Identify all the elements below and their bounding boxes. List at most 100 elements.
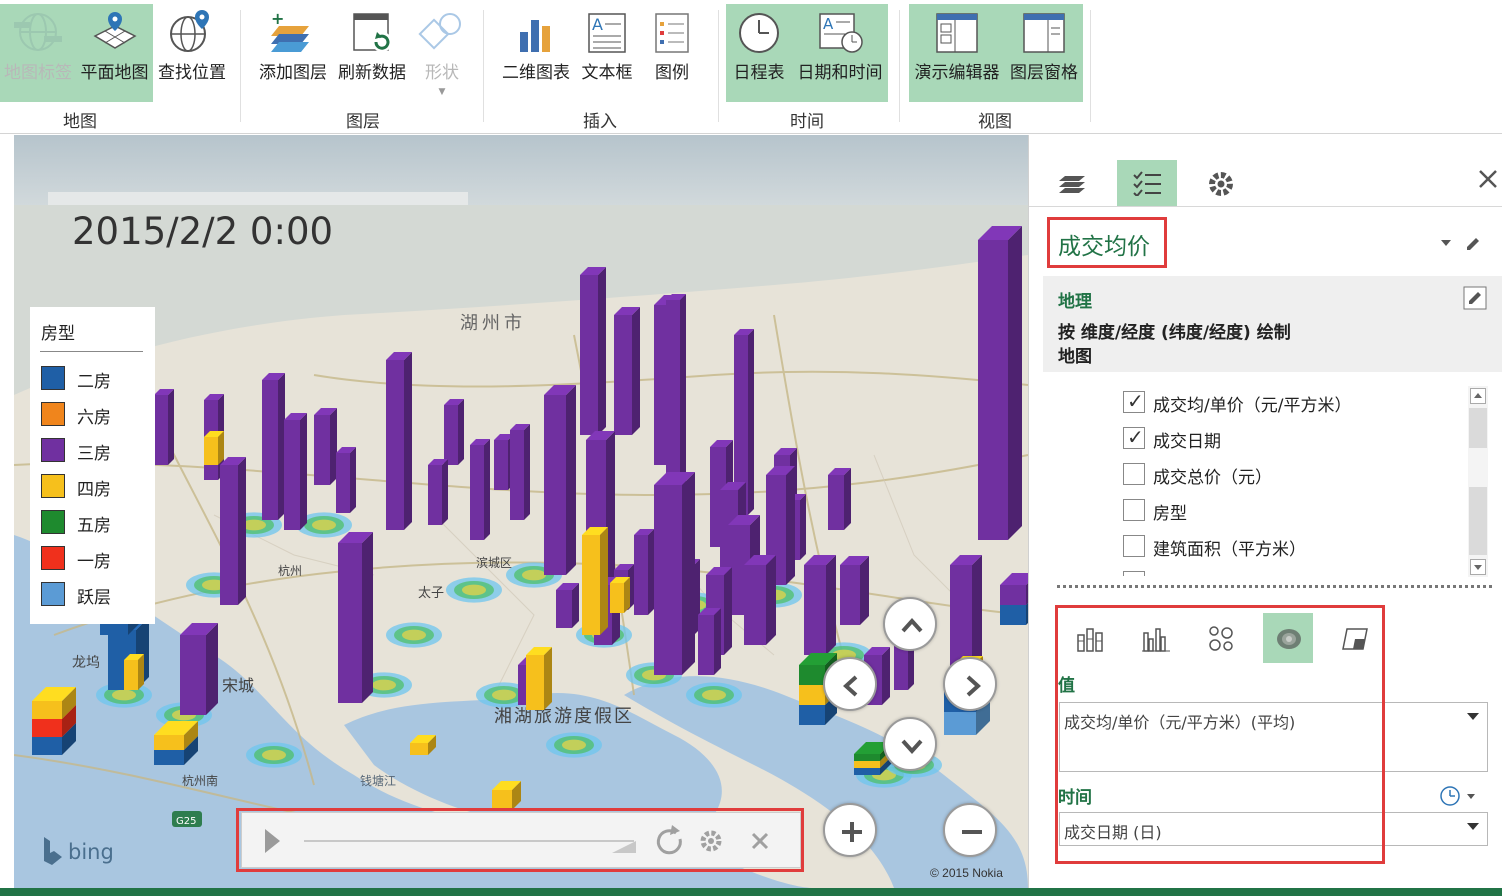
shapes-dropdown-icon[interactable]: ▼ [414, 87, 470, 97]
date-time-button[interactable]: A 日期和时间 [792, 4, 888, 102]
timeline-button[interactable]: 日程表 [726, 4, 792, 102]
ribbon-separator [899, 10, 900, 122]
minus-icon [962, 830, 982, 834]
heat-ring [372, 679, 396, 691]
tab-layers[interactable] [1043, 160, 1103, 206]
map-column [204, 437, 218, 465]
scroll-up-button[interactable] [1470, 388, 1486, 404]
shapes-button[interactable]: 形状 ▼ [414, 4, 470, 102]
field-checkbox[interactable] [1123, 535, 1145, 557]
map-column [32, 737, 62, 755]
bar-chart-icon [520, 20, 550, 52]
legend-swatch [41, 474, 65, 498]
edit-geography-icon[interactable] [1463, 286, 1487, 310]
map-column [744, 565, 766, 645]
map-column [220, 465, 238, 605]
map-column [572, 583, 579, 628]
add-layer-icon: + [271, 10, 309, 52]
map-column [442, 459, 448, 525]
map-labels-button[interactable]: 地图标签 [0, 4, 76, 102]
tab-field-list[interactable] [1117, 160, 1177, 206]
map-column [632, 307, 640, 435]
map-column [168, 389, 174, 465]
time-settings-icon[interactable] [1439, 785, 1479, 807]
scroll-thumb-secondary[interactable] [1469, 487, 1487, 555]
flat-map-button[interactable]: 平面地图 [76, 4, 153, 102]
rotate-right-button[interactable] [943, 657, 997, 711]
map-column [826, 555, 836, 655]
map-column [786, 466, 795, 585]
zoom-out-button[interactable] [943, 803, 997, 857]
close-pane-icon[interactable] [1478, 169, 1498, 189]
field-label: 房型 [1153, 504, 1187, 524]
splitter[interactable] [1057, 585, 1492, 588]
globe-labels-icon [14, 13, 62, 51]
rename-layer-icon[interactable] [1464, 235, 1482, 253]
map-column [600, 527, 608, 635]
refresh-data-button[interactable]: 刷新数据 [334, 4, 410, 102]
layers-icon [1059, 176, 1085, 193]
rotate-left-button[interactable] [823, 657, 877, 711]
map-column [624, 577, 630, 613]
tilt-up-button[interactable] [883, 597, 937, 651]
legend-item-label: 六房 [77, 408, 111, 428]
scroll-down-button[interactable] [1470, 559, 1486, 575]
tilt-down-button[interactable] [883, 717, 937, 771]
legend-icon [655, 13, 689, 53]
zoom-in-button[interactable] [823, 803, 877, 857]
clock-icon [739, 13, 779, 53]
field-list[interactable]: ✓ 成交均/单价（元/平方米） ✓ 成交日期 成交总价（元） 房型 建筑面积（平方米… [1043, 383, 1469, 576]
map-legend[interactable]: 房型 二房 六房 三房 四房 五房 一房 跃层 [30, 307, 155, 624]
insert-group: 二维图表 A 文本框 图例 插入 [490, 0, 716, 134]
legend-item-label: 三房 [77, 444, 111, 464]
map-column [598, 267, 606, 435]
refresh-data-label: 刷新数据 [338, 63, 406, 83]
find-location-label: 查找位置 [158, 63, 226, 83]
map-column [748, 329, 754, 515]
map-label-river: 钱塘江 [360, 773, 396, 788]
ribbon-separator [718, 10, 719, 122]
legend-swatch [41, 402, 65, 426]
map-column [386, 360, 404, 530]
map-column [804, 565, 826, 655]
map-group-label: 地图 [63, 112, 97, 132]
field-list-scrollbar[interactable] [1468, 386, 1488, 577]
find-location-button[interactable]: 查找位置 [153, 4, 231, 102]
layer-dropdown-icon[interactable] [1441, 240, 1451, 246]
add-layer-button[interactable]: + 添加图层 [254, 4, 332, 102]
map-column [154, 395, 168, 465]
map-label-hz-road: 杭州南 [182, 773, 218, 788]
map-column [470, 445, 484, 540]
legend-button[interactable]: 图例 [642, 4, 702, 102]
tour-editor-button[interactable]: 演示编辑器 [909, 4, 1005, 102]
legend-swatch [41, 438, 65, 462]
field-label: 建筑面积（平方米） [1153, 540, 1306, 560]
map-timestamp[interactable]: 2015/2/2 0:00 [72, 210, 333, 253]
layer-pane-button[interactable]: 图层窗格 [1005, 4, 1083, 102]
2d-chart-button[interactable]: 二维图表 [494, 4, 578, 102]
map-column [1000, 605, 1026, 625]
field-checkbox[interactable] [1123, 571, 1145, 576]
bing-logo-text: bing [68, 840, 114, 864]
map-column [206, 623, 218, 715]
map-label-longwu: 龙坞 [72, 654, 100, 670]
find-location-icon [170, 10, 209, 52]
field-checkbox[interactable] [1123, 499, 1145, 521]
date-time-label: 日期和时间 [797, 63, 883, 83]
map-column [566, 385, 576, 575]
map-column [494, 440, 508, 490]
field-label: 经度 [1153, 571, 1187, 576]
tab-settings[interactable] [1191, 160, 1251, 206]
map-column [1008, 226, 1022, 540]
field-checkbox[interactable] [1123, 463, 1145, 485]
scroll-thumb[interactable] [1469, 408, 1487, 448]
map-column [350, 447, 356, 513]
map-column [580, 275, 598, 435]
text-box-button[interactable]: A 文本框 [578, 4, 636, 102]
map-column [766, 555, 776, 645]
map-column [362, 532, 373, 703]
heat-ring [402, 629, 426, 641]
left-gutter [0, 135, 14, 888]
legend-swatch [41, 546, 65, 570]
insert-group-label: 插入 [583, 112, 617, 132]
